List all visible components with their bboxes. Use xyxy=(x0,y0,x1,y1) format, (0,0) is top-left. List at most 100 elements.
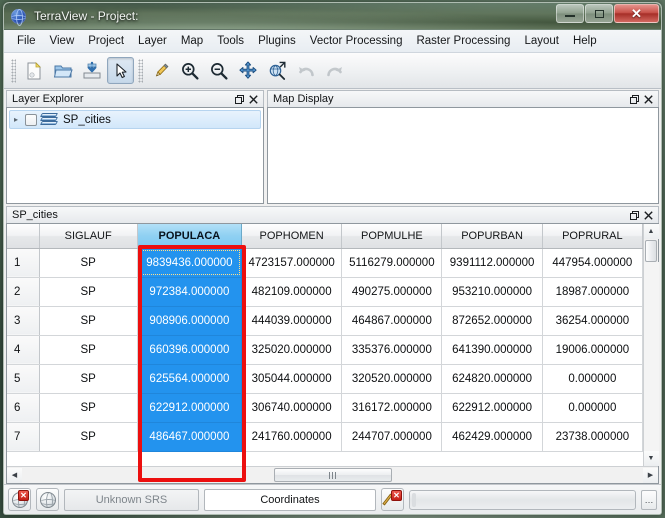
cell-populaca[interactable]: 908906.000000 xyxy=(137,306,243,336)
zoom-extent-button[interactable] xyxy=(263,57,290,84)
srs-status-label[interactable]: Unknown SRS xyxy=(64,488,199,511)
map-display-canvas[interactable] xyxy=(267,107,659,204)
zoom-in-button[interactable] xyxy=(176,57,203,84)
cell-popurban[interactable]: 641390.000000 xyxy=(441,335,543,365)
cell-popurban[interactable]: 9391112.000000 xyxy=(441,248,543,278)
cell-popmulhe[interactable]: 320520.000000 xyxy=(341,364,443,394)
table-row[interactable]: 2 SP 972384.000000 482109.000000 490275.… xyxy=(7,277,643,307)
pointer-select-button[interactable] xyxy=(107,57,134,84)
cell-siglauf[interactable]: SP xyxy=(39,364,138,394)
horizontal-scroll-track-left[interactable] xyxy=(22,467,274,484)
menu-tools[interactable]: Tools xyxy=(210,32,251,50)
minimize-button[interactable] xyxy=(556,4,584,23)
cell-poprural[interactable]: 36254.000000 xyxy=(542,306,643,336)
cell-siglauf[interactable]: SP xyxy=(39,393,138,423)
header-popmulhe[interactable]: POPMULHE xyxy=(341,224,443,249)
cell-popmulhe[interactable]: 316172.000000 xyxy=(341,393,443,423)
layer-explorer-close-button[interactable] xyxy=(246,92,260,106)
attribute-table-float-button[interactable] xyxy=(627,208,641,222)
table-row[interactable]: 7 SP 486467.000000 241760.000000 244707.… xyxy=(7,422,643,452)
cell-pophomen[interactable]: 444039.000000 xyxy=(241,306,343,336)
save-project-button[interactable] xyxy=(78,57,105,84)
cell-pophomen[interactable]: 306740.000000 xyxy=(241,393,343,423)
cell-siglauf[interactable]: SP xyxy=(39,277,138,307)
header-populaca[interactable]: POPULACA xyxy=(137,224,243,249)
layer-explorer-float-button[interactable] xyxy=(232,92,246,106)
menu-vector-processing[interactable]: Vector Processing xyxy=(303,32,410,50)
cell-poprural[interactable]: 0.000000 xyxy=(542,393,643,423)
status-more-button[interactable]: … xyxy=(641,489,657,510)
cell-popmulhe[interactable]: 490275.000000 xyxy=(341,277,443,307)
cell-siglauf[interactable]: SP xyxy=(39,306,138,336)
cell-populaca[interactable]: 622912.000000 xyxy=(137,393,243,423)
header-pophomen[interactable]: POPHOMEN xyxy=(241,224,343,249)
pan-button[interactable] xyxy=(234,57,261,84)
cell-popurban[interactable]: 622912.000000 xyxy=(441,393,543,423)
cell-poprural[interactable]: 23738.000000 xyxy=(542,422,643,452)
toolbar-grip[interactable] xyxy=(11,58,16,83)
scroll-up-button[interactable]: ▲ xyxy=(643,224,659,239)
cell-popmulhe[interactable]: 5116279.000000 xyxy=(341,248,443,278)
table-horizontal-scrollbar[interactable]: ◀ ▶ xyxy=(7,466,658,483)
map-display-close-button[interactable] xyxy=(641,92,655,106)
cell-populaca[interactable]: 486467.000000 xyxy=(137,422,243,452)
cell-popurban[interactable]: 462429.000000 xyxy=(441,422,543,452)
cell-pophomen[interactable]: 482109.000000 xyxy=(241,277,343,307)
redo-button[interactable] xyxy=(321,57,348,84)
cell-popmulhe[interactable]: 464867.000000 xyxy=(341,306,443,336)
srs-select-button[interactable] xyxy=(36,488,59,511)
menu-view[interactable]: View xyxy=(43,32,82,50)
menu-map[interactable]: Map xyxy=(174,32,210,50)
vertical-scroll-track[interactable] xyxy=(643,262,659,451)
cell-pophomen[interactable]: 4723157.000000 xyxy=(241,248,343,278)
table-row[interactable]: 3 SP 908906.000000 444039.000000 464867.… xyxy=(7,306,643,336)
scroll-down-button[interactable]: ▼ xyxy=(643,451,659,466)
cell-poprural[interactable]: 19006.000000 xyxy=(542,335,643,365)
cell-pophomen[interactable]: 325020.000000 xyxy=(241,335,343,365)
maximize-button[interactable] xyxy=(585,4,613,23)
cell-populaca[interactable]: 660396.000000 xyxy=(137,335,243,365)
cell-popurban[interactable]: 624820.000000 xyxy=(441,364,543,394)
header-popurban[interactable]: POPURBAN xyxy=(441,224,543,249)
cell-popurban[interactable]: 953210.000000 xyxy=(441,277,543,307)
header-siglauf[interactable]: SIGLAUF xyxy=(39,224,138,249)
cell-pophomen[interactable]: 305044.000000 xyxy=(241,364,343,394)
cell-popmulhe[interactable]: 244707.000000 xyxy=(341,422,443,452)
cell-populaca[interactable]: 9839436.000000 xyxy=(137,248,243,278)
cell-siglauf[interactable]: SP xyxy=(39,335,138,365)
attribute-table-close-button[interactable] xyxy=(641,208,655,222)
menu-raster-processing[interactable]: Raster Processing xyxy=(409,32,517,50)
cell-poprural[interactable]: 0.000000 xyxy=(542,364,643,394)
horizontal-scroll-track-right[interactable] xyxy=(392,467,644,484)
cell-populaca[interactable]: 625564.000000 xyxy=(137,364,243,394)
table-row[interactable]: 4 SP 660396.000000 325020.000000 335376.… xyxy=(7,335,643,365)
undo-button[interactable] xyxy=(292,57,319,84)
layer-tree-item-sp-cities[interactable]: ▸ SP_cities xyxy=(9,110,261,129)
draw-pencil-button[interactable] xyxy=(147,57,174,84)
new-project-button[interactable] xyxy=(20,57,47,84)
cell-populaca[interactable]: 972384.000000 xyxy=(137,277,243,307)
cell-poprural[interactable]: 18987.000000 xyxy=(542,277,643,307)
cell-siglauf[interactable]: SP xyxy=(39,422,138,452)
close-button[interactable]: ✕ xyxy=(614,4,659,23)
table-row[interactable]: 5 SP 625564.000000 305044.000000 320520.… xyxy=(7,364,643,394)
vertical-scroll-thumb[interactable] xyxy=(645,240,657,262)
scroll-right-button[interactable]: ▶ xyxy=(643,467,658,483)
cell-pophomen[interactable]: 241760.000000 xyxy=(241,422,343,452)
layer-visibility-checkbox[interactable] xyxy=(25,113,37,126)
expand-arrow-icon[interactable]: ▸ xyxy=(14,115,25,124)
scroll-left-button[interactable]: ◀ xyxy=(7,467,22,483)
menu-help[interactable]: Help xyxy=(566,32,604,50)
cell-poprural[interactable]: 447954.000000 xyxy=(542,248,643,278)
toolbar-grip-2[interactable] xyxy=(138,58,143,83)
cell-popmulhe[interactable]: 335376.000000 xyxy=(341,335,443,365)
open-project-button[interactable] xyxy=(49,57,76,84)
menu-layout[interactable]: Layout xyxy=(517,32,566,50)
stop-draw-button[interactable]: ✕ xyxy=(381,488,404,511)
menu-file[interactable]: File xyxy=(10,32,43,50)
grid-scroll-region[interactable]: SIGLAUF POPULACA POPHOMEN POPMULHE POPUR… xyxy=(7,224,643,466)
zoom-out-button[interactable] xyxy=(205,57,232,84)
table-vertical-scrollbar[interactable]: ▲ ▼ xyxy=(643,224,659,466)
table-row[interactable]: 1 SP 9839436.000000 4723157.000000 51162… xyxy=(7,248,643,278)
menu-plugins[interactable]: Plugins xyxy=(251,32,303,50)
